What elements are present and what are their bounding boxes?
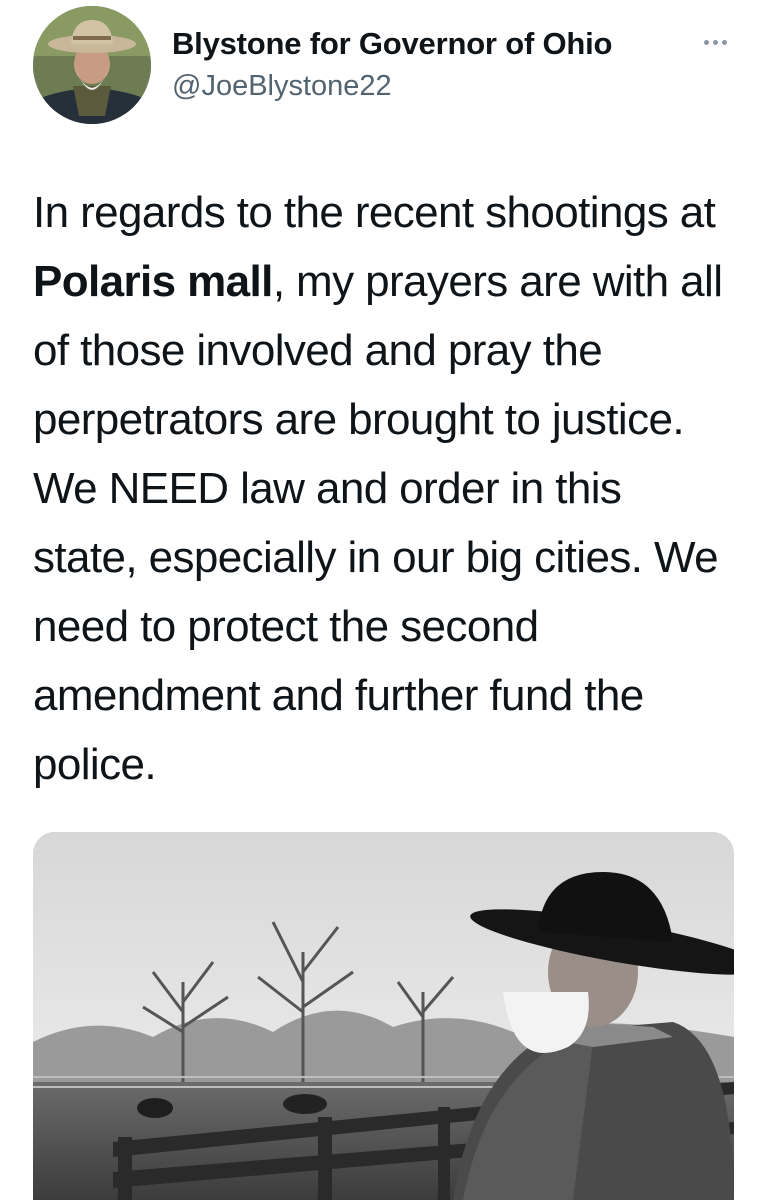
avatar-photo-icon bbox=[33, 6, 151, 124]
more-options-icon[interactable] bbox=[695, 28, 735, 56]
avatar[interactable] bbox=[33, 6, 151, 124]
tweet-text: In regards to the recent shootings at Po… bbox=[33, 178, 733, 799]
tweet-text-part1: In regards to the recent shootings at bbox=[33, 188, 716, 237]
media-photo-icon bbox=[33, 832, 734, 1200]
tweet-text-part2: , my prayers are with all of those invol… bbox=[33, 257, 723, 789]
author-display-name[interactable]: Blystone for Governor of Ohio bbox=[172, 26, 612, 62]
tweet-text-bold: Polaris mall bbox=[33, 257, 273, 306]
tweet-media[interactable] bbox=[33, 832, 734, 1200]
tweet-header: Blystone for Governor of Ohio @JoeBlysto… bbox=[0, 0, 767, 150]
author-handle[interactable]: @JoeBlystone22 bbox=[172, 70, 392, 103]
